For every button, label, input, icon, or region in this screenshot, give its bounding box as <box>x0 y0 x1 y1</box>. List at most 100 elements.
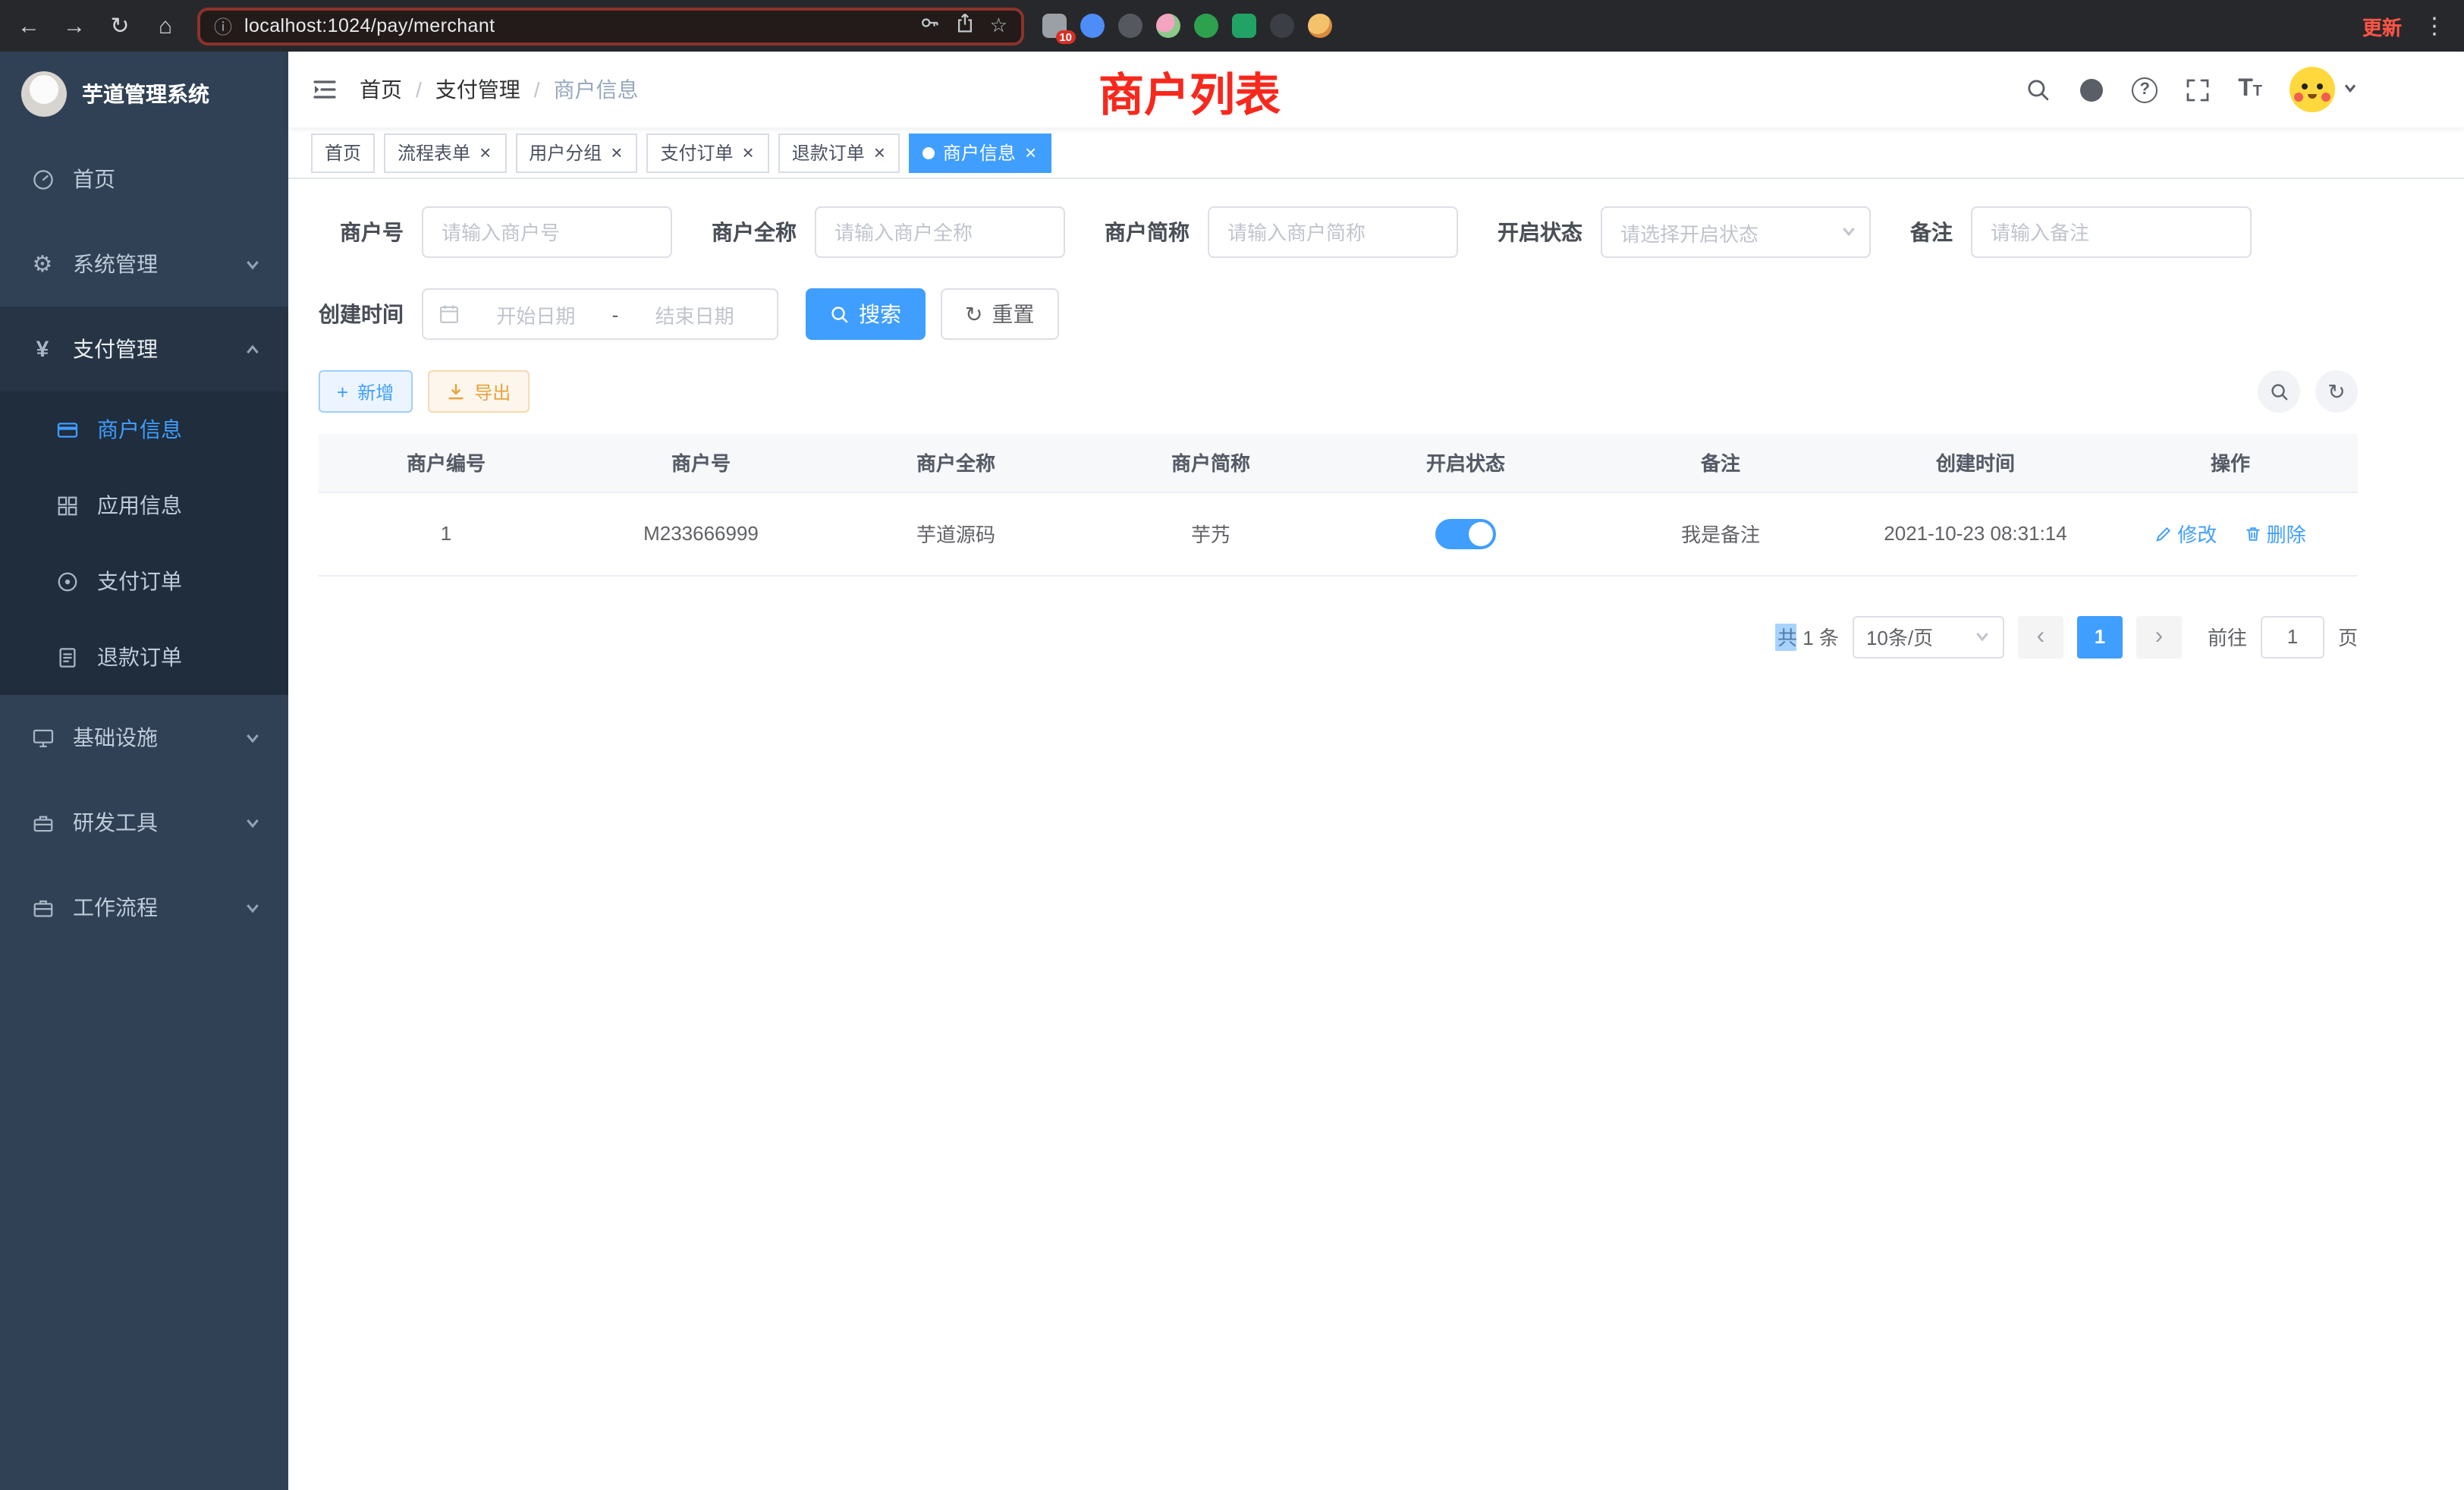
extension-color-icon[interactable] <box>1156 14 1180 38</box>
create-time-label: 创建时间 <box>319 299 404 329</box>
site-info-icon[interactable]: ⓘ <box>214 13 232 39</box>
breadcrumb-payment[interactable]: 支付管理 <box>435 74 520 105</box>
sidebar-item-infrastructure[interactable]: 基础设施 <box>0 695 288 780</box>
sidebar-item-pay-order[interactable]: 支付订单 <box>0 543 288 619</box>
tab-close-icon[interactable]: × <box>741 143 756 162</box>
edit-pencil-icon <box>2154 524 2173 542</box>
delete-link-label: 删除 <box>2267 519 2306 548</box>
merchant-no-input[interactable] <box>422 206 672 258</box>
tab-pay-order[interactable]: 支付订单 × <box>646 133 768 172</box>
search-icon[interactable] <box>2026 77 2051 102</box>
next-page-button[interactable]: › <box>2136 615 2182 658</box>
tab-label: 支付订单 <box>660 140 733 165</box>
status-toggle[interactable] <box>1435 518 1496 549</box>
col-create-time: 创建时间 <box>1848 434 2103 492</box>
extension-green-check-icon[interactable] <box>1194 14 1218 38</box>
password-key-icon[interactable] <box>920 11 941 40</box>
browser-menu-icon[interactable]: ⋮ <box>2420 12 2449 39</box>
extension-blue-icon[interactable] <box>1080 14 1105 38</box>
extension-pin-icon[interactable] <box>1270 14 1294 38</box>
edit-link[interactable]: 修改 <box>2154 519 2217 548</box>
browser-chrome: ← → ↻ ⌂ ⓘ localhost:1024/pay/merchant ☆ … <box>0 0 2464 52</box>
download-icon <box>445 382 465 401</box>
refresh-table-button[interactable]: ↻ <box>2315 370 2358 413</box>
reset-button[interactable]: ↻ 重置 <box>941 288 1058 340</box>
bookmark-star-icon[interactable]: ☆ <box>990 14 1007 38</box>
date-start-placeholder[interactable]: 开始日期 <box>469 300 603 328</box>
tab-refund-order[interactable]: 退款订单 × <box>778 133 900 172</box>
sidebar-item-dev-tools[interactable]: 研发工具 <box>0 780 288 865</box>
tab-close-icon[interactable]: × <box>478 143 492 162</box>
browser-update-button[interactable]: 更新 <box>2362 11 2402 40</box>
page-content: 商户号 商户全称 商户简称 开启状态 请选择开启状态 <box>288 179 2464 1490</box>
cell-remark: 我是备注 <box>1593 492 1848 575</box>
briefcase-icon <box>30 896 55 919</box>
cell-merchant-no: M233666999 <box>574 492 828 575</box>
sidebar-item-label: 研发工具 <box>73 807 226 838</box>
add-button-label: 新增 <box>357 379 394 404</box>
share-icon[interactable] <box>955 11 976 40</box>
browser-profile-avatar[interactable] <box>1308 14 1332 38</box>
chevron-down-icon <box>1840 221 1857 244</box>
browser-reload-icon[interactable]: ↻ <box>106 14 134 37</box>
browser-home-icon[interactable]: ⌂ <box>152 14 179 37</box>
active-dot <box>923 146 935 159</box>
delete-link[interactable]: 删除 <box>2244 519 2306 548</box>
tab-close-icon[interactable]: × <box>872 143 887 162</box>
toggle-search-button[interactable] <box>2258 370 2300 413</box>
user-avatar-menu[interactable] <box>2290 67 2358 112</box>
page-suffix-label: 页 <box>2338 622 2358 651</box>
dashboard-icon <box>30 168 55 190</box>
sidebar-item-label: 系统管理 <box>73 249 226 279</box>
add-button[interactable]: + 新增 <box>319 370 412 413</box>
sidebar-item-workflow[interactable]: 工作流程 <box>0 865 288 950</box>
sidebar-toggle-icon[interactable] <box>311 76 338 103</box>
short-name-input[interactable] <box>1208 206 1458 258</box>
sidebar-item-app-info[interactable]: 应用信息 <box>0 467 288 543</box>
sidebar-item-refund-order[interactable]: 退款订单 <box>0 619 288 695</box>
breadcrumb-home[interactable]: 首页 <box>360 74 402 105</box>
extensions-puzzle-icon[interactable]: 10 <box>1042 14 1067 38</box>
tab-user-group[interactable]: 用户分组 × <box>515 133 637 172</box>
remark-input[interactable] <box>1971 206 2252 258</box>
tab-merchant-info[interactable]: 商户信息 × <box>910 133 1051 172</box>
status-select[interactable]: 请选择开启状态 <box>1601 206 1871 258</box>
github-icon[interactable] <box>2079 77 2104 102</box>
full-name-label: 商户全称 <box>712 217 797 247</box>
tab-process-form[interactable]: 流程表单 × <box>384 133 506 172</box>
sidebar-item-label: 支付管理 <box>73 334 226 364</box>
prev-page-button[interactable]: ‹ <box>2018 615 2063 658</box>
goto-page-input[interactable] <box>2261 615 2324 658</box>
tab-close-icon[interactable]: × <box>609 143 624 162</box>
browser-forward-icon[interactable]: → <box>61 14 88 37</box>
url-bar[interactable]: ⓘ localhost:1024/pay/merchant ☆ <box>197 7 1024 45</box>
browser-back-icon[interactable]: ← <box>15 14 42 37</box>
font-size-icon[interactable]: TT <box>2238 76 2262 103</box>
tab-home[interactable]: 首页 <box>311 133 375 172</box>
sidebar-item-home[interactable]: 首页 <box>0 137 288 222</box>
sidebar-item-system[interactable]: ⚙ 系统管理 <box>0 222 288 306</box>
cell-short-name: 芋艿 <box>1083 492 1338 575</box>
breadcrumb-separator: / <box>534 77 540 102</box>
tab-close-icon[interactable]: × <box>1023 143 1038 162</box>
sidebar-item-payment[interactable]: ¥ 支付管理 <box>0 306 288 391</box>
help-icon[interactable]: ? <box>2132 77 2158 102</box>
export-button[interactable]: 导出 <box>427 370 529 413</box>
search-button[interactable]: 搜索 <box>806 288 926 340</box>
gear-icon: ⚙ <box>30 253 55 275</box>
page-size-select[interactable]: 10条/页 <box>1853 615 2004 658</box>
tab-label: 退款订单 <box>792 140 865 165</box>
date-range-picker[interactable]: 开始日期 - 结束日期 <box>422 288 778 340</box>
sidebar-item-merchant-info[interactable]: 商户信息 <box>0 391 288 467</box>
extension-green-square-icon[interactable] <box>1232 14 1256 38</box>
sidebar-item-label: 应用信息 <box>97 490 261 520</box>
full-name-input[interactable] <box>815 206 1065 258</box>
date-end-placeholder[interactable]: 结束日期 <box>627 300 762 328</box>
app-title: 芋道管理系统 <box>82 79 209 109</box>
extension-dark-icon[interactable] <box>1118 14 1142 38</box>
current-page-button[interactable]: 1 <box>2077 615 2123 658</box>
breadcrumb-separator: / <box>416 77 422 102</box>
logo-row[interactable]: 芋道管理系统 <box>0 52 288 137</box>
fullscreen-icon[interactable] <box>2185 77 2211 102</box>
plus-icon: + <box>337 382 348 401</box>
